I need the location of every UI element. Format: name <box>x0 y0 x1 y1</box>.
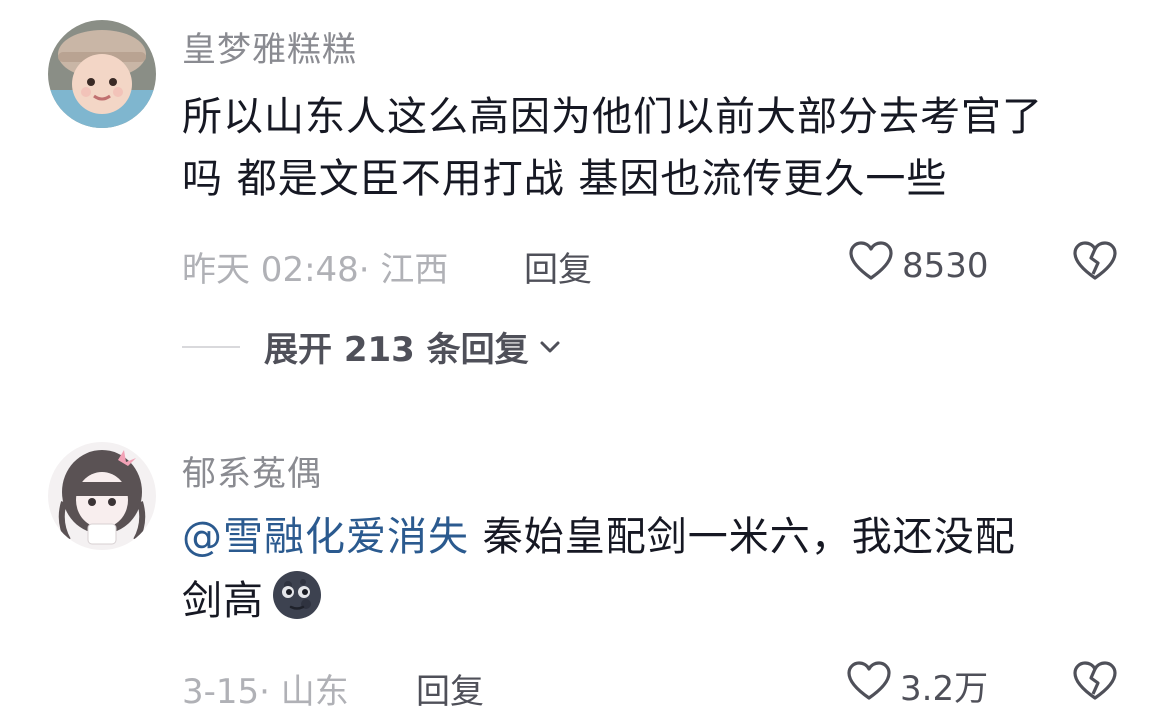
avatar[interactable] <box>48 442 156 550</box>
expand-replies-button[interactable]: 展开 213 条回复 <box>182 322 561 371</box>
comment-text: @雪融化爱消失 秦始皇配剑一米六，我还没配 剑高 <box>182 506 1112 640</box>
comment-text-line: 所以山东人这么高因为他们以前大部分去考官了 <box>182 94 1043 140</box>
comment-text-line: @雪融化爱消失 秦始皇配剑一米六，我还没配 <box>182 506 1112 568</box>
comment-meta: 3-15· 山东 <box>182 672 349 712</box>
comment-text-segment: 秦始皇配剑一米六，我还没配 <box>469 514 1016 560</box>
username[interactable]: 皇梦雅糕糕 <box>182 22 357 71</box>
heart-icon <box>846 660 892 711</box>
broken-heart-icon <box>1072 241 1118 286</box>
comment-text-line: 剑高 <box>182 568 1112 640</box>
comment-item: 郁系菟偶 @雪融化爱消失 秦始皇配剑一米六，我还没配 剑高 3-15· 山东 回… <box>0 420 1170 722</box>
expand-replies-label: 展开 213 条回复 <box>264 330 529 370</box>
like-count: 3.2万 <box>900 669 989 709</box>
mention-link[interactable]: @雪融化爱消失 <box>182 514 469 560</box>
avatar[interactable] <box>48 20 156 128</box>
reply-button[interactable]: 回复 <box>524 242 592 291</box>
comment-text-segment: 剑高 <box>182 578 264 624</box>
dislike-button[interactable] <box>1072 660 1118 706</box>
dislike-button[interactable] <box>1072 240 1118 286</box>
comment-text: 所以山东人这么高因为他们以前大部分去考官了 吗 都是文臣不用打战 基因也流传更久… <box>182 86 1112 210</box>
chevron-down-icon <box>539 340 561 354</box>
broken-heart-icon <box>1072 661 1118 706</box>
like-count: 8530 <box>902 245 989 286</box>
new-moon-face-icon <box>270 568 324 640</box>
like-button[interactable]: 3.2万 <box>846 660 988 711</box>
comment-meta: 昨天 02:48· 江西 <box>182 250 449 290</box>
reply-button[interactable]: 回复 <box>416 664 484 713</box>
divider <box>182 345 240 348</box>
comment-text-line: 吗 都是文臣不用打战 基因也流传更久一些 <box>182 156 948 202</box>
like-button[interactable]: 8530 <box>848 240 989 291</box>
username[interactable]: 郁系菟偶 <box>182 446 322 495</box>
comment-item: 皇梦雅糕糕 所以山东人这么高因为他们以前大部分去考官了 吗 都是文臣不用打战 基… <box>0 0 1170 400</box>
heart-icon <box>848 240 894 291</box>
